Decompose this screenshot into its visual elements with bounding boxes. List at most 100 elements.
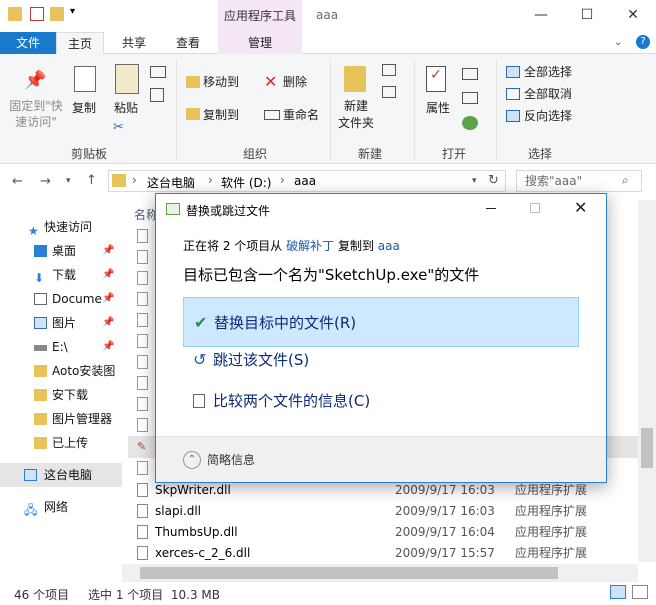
edit-icon[interactable] xyxy=(462,92,478,104)
paste-button[interactable]: 粘贴 xyxy=(114,100,138,116)
new-folder-button-line2[interactable]: 文件夹 xyxy=(336,115,376,131)
chevron-down-icon[interactable]: ▾ xyxy=(472,176,477,186)
file-row[interactable]: ThumbsUp.dll 2009/9/17 16:04 应用程序扩展 xyxy=(128,522,640,543)
forward-icon[interactable]: → xyxy=(40,174,51,189)
quick-access-dropdown-icon[interactable]: ▾ xyxy=(70,6,75,17)
file-row[interactable]: SkpWriter.dll 2009/9/17 16:03 应用程序扩展 xyxy=(128,480,640,501)
copy-path-icon[interactable] xyxy=(150,66,166,78)
paste-shortcut-icon[interactable] xyxy=(150,88,164,102)
nav-item-folder-1[interactable]: Aoto安装图 xyxy=(0,359,122,383)
nav-item-folder-2[interactable]: 安下载 xyxy=(0,383,122,407)
nav-item-quick-access[interactable]: ★ 快速访问 xyxy=(0,215,122,239)
new-folder-button-line1[interactable]: 新建 xyxy=(340,98,372,114)
move-to-button[interactable]: 移动到 xyxy=(203,74,239,90)
nav-item-folder-4[interactable]: 已上传 xyxy=(0,431,122,455)
ribbon-divider xyxy=(176,60,177,160)
minimize-button[interactable]: — xyxy=(518,0,564,32)
delete-button[interactable]: 删除 xyxy=(283,74,307,90)
breadcrumb-drive[interactable]: 软件 (D:) xyxy=(221,174,271,191)
nav-item-documents[interactable]: Docume 📌 xyxy=(0,287,122,311)
select-all-button[interactable]: 全部选择 xyxy=(524,64,572,80)
dialog-footer: ⌃ 简略信息 xyxy=(156,436,606,482)
compare-option-label: 比较两个文件的信息(C) xyxy=(213,392,371,410)
refresh-icon[interactable]: ↻ xyxy=(488,173,499,188)
open-group-label: 打开 xyxy=(441,147,466,161)
conflict-heading: 目标已包含一个名为"SketchUp.exe"的文件 xyxy=(183,266,480,284)
copy-dialog-icon xyxy=(166,203,180,215)
delete-icon: ✕ xyxy=(264,72,278,91)
file-icon xyxy=(137,292,148,306)
properties-quick-icon[interactable] xyxy=(30,7,44,21)
chevron-right-icon[interactable]: › xyxy=(132,173,137,187)
tab-view[interactable]: 查看 xyxy=(166,32,210,54)
chevron-right-icon[interactable]: › xyxy=(208,173,213,187)
dialog-close-button[interactable]: ✕ xyxy=(574,198,587,217)
large-icons-view-icon[interactable] xyxy=(632,585,648,599)
copy-to-button[interactable]: 复制到 xyxy=(203,107,239,123)
maximize-button[interactable]: ☐ xyxy=(564,0,610,32)
select-none-icon xyxy=(506,88,520,100)
properties-button[interactable]: 属性 xyxy=(426,100,450,116)
folder-icon xyxy=(8,7,22,21)
invert-selection-button[interactable]: 反向选择 xyxy=(524,108,572,124)
file-icon xyxy=(137,418,148,432)
pin-to-quick-access-button[interactable]: 固定到"快速访问" xyxy=(6,98,66,130)
ribbon-divider xyxy=(330,60,331,160)
new-item-icon[interactable] xyxy=(382,64,396,76)
tab-file[interactable]: 文件 xyxy=(0,32,56,54)
ribbon-divider xyxy=(414,60,415,160)
nav-item-drive-e[interactable]: E:\ 📌 xyxy=(0,335,122,359)
breadcrumb-this-pc[interactable]: 这台电脑 xyxy=(147,174,195,191)
chevron-right-icon[interactable]: › xyxy=(280,173,285,187)
file-icon xyxy=(137,376,148,390)
close-button[interactable]: ✕ xyxy=(610,0,656,32)
nav-item-pictures[interactable]: 图片 📌 xyxy=(0,311,122,335)
file-row[interactable]: xerces-c_2_6.dll 2009/9/17 15:57 应用程序扩展 xyxy=(128,543,640,564)
copy-button[interactable]: 复制 xyxy=(72,100,96,116)
fewer-details-toggle[interactable]: 简略信息 xyxy=(207,451,255,468)
nav-item-this-pc[interactable]: 这台电脑 xyxy=(0,463,122,487)
help-icon[interactable]: ? xyxy=(636,35,650,49)
history-icon[interactable] xyxy=(462,116,478,130)
copy-to-text: 复制到 xyxy=(337,239,374,253)
pin-icon: 📌 xyxy=(24,70,47,91)
up-icon[interactable]: ↑ xyxy=(86,173,97,188)
exe-icon: ✎ xyxy=(137,440,147,453)
nav-item-network[interactable]: 🖧 网络 xyxy=(0,495,122,519)
file-row[interactable]: slapi.dll 2009/9/17 16:03 应用程序扩展 xyxy=(128,501,640,522)
compare-files-option[interactable]: 比较两个文件的信息(C) xyxy=(183,376,579,426)
cut-icon[interactable]: ✂ xyxy=(113,120,124,135)
vertical-scroll-thumb[interactable] xyxy=(641,428,653,468)
back-icon[interactable]: ← xyxy=(12,174,23,189)
organize-group-label: 组织 xyxy=(242,147,267,161)
rename-icon xyxy=(264,110,280,120)
tab-share[interactable]: 共享 xyxy=(112,32,156,54)
breadcrumb-folder[interactable]: aaa xyxy=(294,174,316,188)
window-title: aaa xyxy=(316,8,339,22)
rename-button[interactable]: 重命名 xyxy=(283,107,319,123)
tab-manage[interactable]: 管理 xyxy=(218,32,302,54)
nav-item-folder-3[interactable]: 图片管理器 xyxy=(0,407,122,431)
tab-home[interactable]: 主页 xyxy=(56,32,104,55)
nav-item-downloads[interactable]: ⬇ 下载 📌 xyxy=(0,263,122,287)
dialog-title: 替换或跳过文件 xyxy=(186,204,271,218)
replace-or-skip-dialog: 替换或跳过文件 ✕ 正在将 2 个项目从 破解补丁 复制到 aaa 目标已包含一… xyxy=(155,193,607,483)
destination-folder-link[interactable]: aaa xyxy=(378,239,400,253)
open-icon[interactable] xyxy=(462,68,478,80)
chevron-up-icon[interactable]: ⌃ xyxy=(183,451,201,469)
nav-item-desktop[interactable]: 桌面 📌 xyxy=(0,239,122,263)
file-icon xyxy=(137,271,148,285)
collapse-ribbon-icon[interactable]: ⌄ xyxy=(614,37,622,48)
file-icon xyxy=(137,229,148,243)
select-group-label: 选择 xyxy=(527,147,552,161)
file-icon xyxy=(137,355,148,369)
source-folder-link[interactable]: 破解补丁 xyxy=(286,239,334,253)
easy-access-icon[interactable] xyxy=(382,86,396,98)
new-folder-quick-icon[interactable] xyxy=(50,7,64,21)
details-view-icon[interactable] xyxy=(610,585,626,599)
dialog-minimize-button[interactable] xyxy=(486,208,496,209)
recent-locations-icon[interactable]: ▾ xyxy=(66,176,71,186)
vertical-scrollbar[interactable] xyxy=(638,200,656,562)
select-none-button[interactable]: 全部取消 xyxy=(524,86,572,102)
horizontal-scroll-thumb[interactable] xyxy=(140,567,558,579)
